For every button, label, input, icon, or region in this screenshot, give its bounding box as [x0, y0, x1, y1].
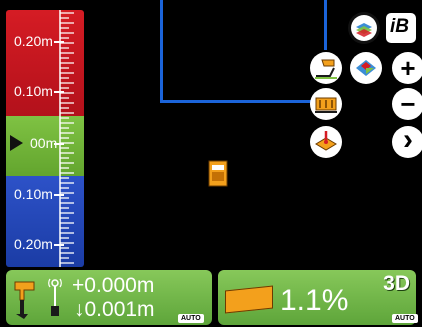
elevation-target-icon — [14, 281, 35, 319]
major-tick — [54, 194, 64, 196]
next-button[interactable]: › — [392, 123, 422, 158]
auto-badge-left: AUTO — [178, 314, 204, 323]
layers-button[interactable] — [348, 12, 380, 44]
slope-status-panel[interactable]: 1.1% 3D AUTO — [218, 270, 418, 325]
zoom-out-button[interactable]: − — [392, 88, 422, 120]
elevation-offset-value: +0.000m — [72, 274, 155, 297]
major-tick — [54, 143, 64, 145]
slope-blade-icon — [225, 285, 273, 314]
antenna-mast-icon — [48, 278, 62, 316]
brand-logo: iB — [390, 16, 409, 37]
profile-view-button[interactable] — [310, 52, 342, 84]
view-mode-label: 3D — [383, 272, 410, 295]
blade-front-icon — [315, 97, 337, 113]
slope-value: 1.1% — [280, 284, 349, 317]
map-layers-icon — [356, 60, 376, 76]
scale-ticks — [59, 10, 74, 267]
connector-line — [324, 0, 327, 50]
scale-label-minus-010: 0.10m — [14, 186, 53, 202]
plus-icon: + — [400, 53, 416, 83]
grade-pointer-arrow — [10, 135, 23, 151]
map-layers-button[interactable] — [350, 52, 382, 84]
blade-front-button[interactable] — [310, 88, 342, 120]
major-tick — [54, 244, 64, 246]
surface-point-icon — [315, 131, 337, 151]
connector-line — [160, 100, 312, 103]
minus-icon: − — [400, 89, 416, 119]
scale-label-plus-020: 0.20m — [14, 33, 53, 49]
scale-label-plus-010: 0.10m — [14, 83, 53, 99]
connector-line — [160, 0, 163, 103]
major-tick — [54, 91, 64, 93]
machine-icon — [208, 160, 228, 187]
layers-icon — [351, 15, 377, 41]
surface-point-button[interactable] — [310, 126, 342, 158]
zoom-in-button[interactable]: + — [392, 52, 422, 84]
major-tick — [54, 41, 64, 43]
scale-label-minus-020: 0.20m — [14, 236, 53, 252]
auto-badge-right: AUTO — [392, 314, 418, 323]
blade-profile-icon — [315, 59, 337, 79]
tolerance-value: ↓0.001m — [74, 298, 155, 321]
brand-logo-button[interactable]: iB — [386, 13, 416, 43]
chevron-right-icon: › — [403, 123, 413, 156]
elevation-status-panel[interactable]: +0.000m ↓0.001m AUTO — [6, 270, 212, 325]
